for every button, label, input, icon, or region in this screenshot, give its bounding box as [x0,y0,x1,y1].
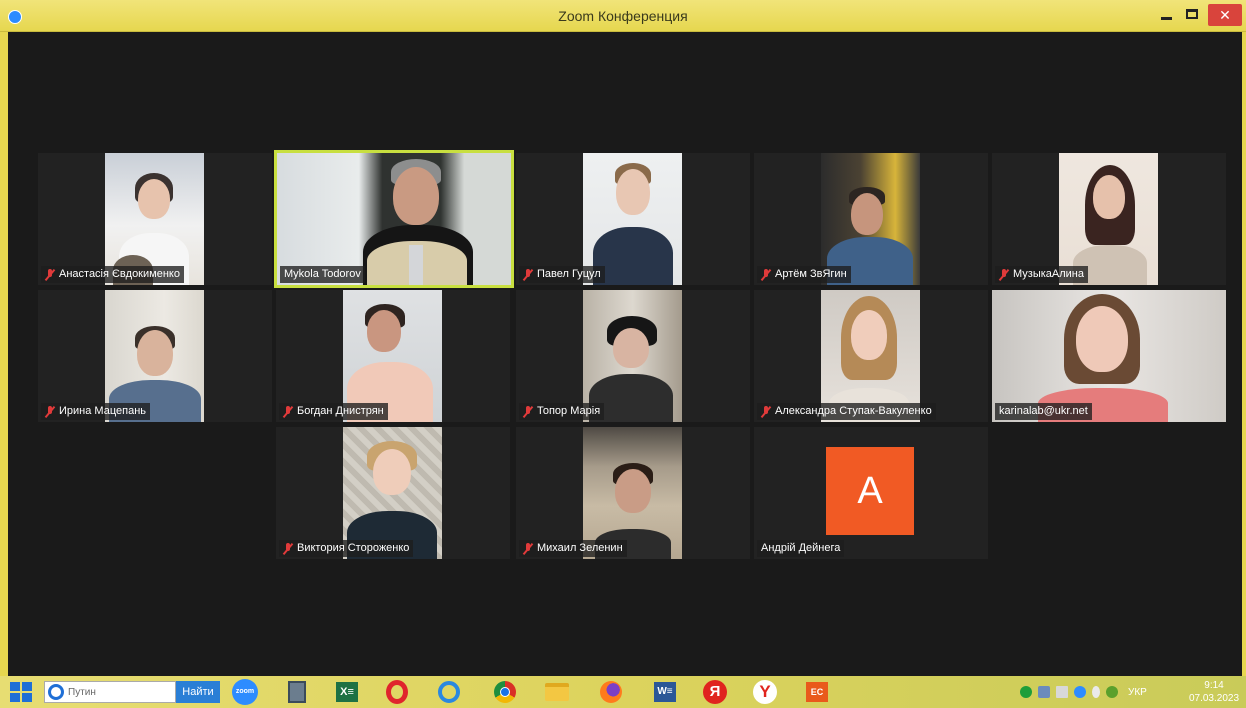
excel-icon: X≡ [336,682,358,702]
participant-tile[interactable]: Ирина Мацепань [38,290,272,422]
internet-explorer-icon [48,684,64,700]
participant-tile[interactable]: Богдан Днистрян [276,290,510,422]
gallery-view: Анастасія Євдокименко Mykola Todorov Пав… [8,32,1246,676]
clock-time: 9:14 [1204,680,1224,691]
participant-tile[interactable]: Топор Марія [516,290,750,422]
restore-icon[interactable] [1186,9,1198,19]
window-title: Zoom Конференция [558,8,688,24]
search-input[interactable]: Путин [44,681,176,703]
participant-name: Ирина Мацепань [41,403,150,420]
participant-tile[interactable]: Артём ЗвЯгин [754,153,988,285]
taskbar-app-excel[interactable]: X≡ [334,680,360,704]
participant-name: Богдан Днистрян [279,403,388,420]
calculator-icon [288,681,306,703]
participant-tile[interactable]: Михаил Зеленин [516,427,750,559]
zoom-icon: zoom [232,679,258,705]
taskbar: Путин Найти zoom X≡ W≡ Я Y EC УКР 9:14 0… [0,676,1246,708]
mic-muted-icon [523,405,533,418]
participant-tile[interactable]: Виктория Стороженко [276,427,510,559]
chrome-icon [494,681,516,703]
taskbar-app-file-explorer[interactable] [544,680,570,704]
word-icon: W≡ [654,682,676,702]
mic-muted-icon [283,542,293,555]
participant-tile-active-speaker[interactable]: Mykola Todorov [274,150,514,288]
minimize-icon[interactable] [1161,17,1172,20]
participant-tile[interactable]: МузыкаАлина [992,153,1226,285]
windows-start-icon[interactable] [10,682,32,702]
yandex-icon: Я [703,680,727,704]
participant-name: Павел Гуцул [519,266,605,283]
taskbar-app-yandex[interactable]: Я [702,680,728,704]
participant-tile[interactable]: Александра Ступак-Вакуленко [754,290,988,422]
system-tray: УКР [1020,684,1147,700]
volume-icon[interactable] [1092,686,1100,698]
language-indicator[interactable]: УКР [1128,687,1147,698]
taskbar-clock[interactable]: 9:14 07.03.2023 [1186,679,1242,705]
window-border-right [1242,32,1246,676]
taskbar-app-ec[interactable]: EC [804,680,830,704]
taskbar-app-word[interactable]: W≡ [652,680,678,704]
taskbar-app-chrome[interactable] [492,680,518,704]
title-bar[interactable]: Zoom Конференция ✕ [0,0,1246,32]
participant-tile[interactable]: karinalab@ukr.net [992,290,1226,422]
zoom-tray-icon[interactable] [1074,686,1086,698]
participant-tile[interactable]: A Андрій Дейнега [754,427,988,559]
mic-muted-icon [761,405,771,418]
yandex-disk-icon[interactable] [1106,686,1118,698]
participant-name: Виктория Стороженко [279,540,414,557]
participant-name: МузыкаАлина [995,266,1089,283]
clock-date: 07.03.2023 [1188,693,1240,704]
flag-icon[interactable] [1056,686,1068,698]
participant-name: Михаил Зеленин [519,540,627,557]
folder-icon [545,683,569,701]
participant-name: karinalab@ukr.net [995,403,1092,420]
taskbar-app-internet-explorer[interactable] [436,680,462,704]
mic-muted-icon [761,268,771,281]
display-icon[interactable] [1038,686,1050,698]
taskbar-app-yandex-browser[interactable]: Y [752,680,778,704]
network-status-icon[interactable] [1020,686,1032,698]
internet-explorer-icon [438,681,460,703]
mic-muted-icon [283,405,293,418]
close-button[interactable]: ✕ [1208,4,1242,26]
taskbar-app-opera[interactable] [384,680,410,704]
participant-tile[interactable]: Анастасія Євдокименко [38,153,272,285]
mic-muted-icon [999,268,1009,281]
participant-name: Анастасія Євдокименко [41,266,184,283]
participant-tile[interactable]: Павел Гуцул [516,153,750,285]
avatar: A [826,447,914,535]
mic-muted-icon [523,268,533,281]
participant-name: Андрій Дейнега [757,540,845,557]
ec-app-icon: EC [806,682,828,702]
opera-icon [386,680,408,704]
mic-muted-icon [45,268,55,281]
taskbar-app-zoom[interactable]: zoom [232,679,258,705]
search-button[interactable]: Найти [176,681,220,703]
mic-muted-icon [523,542,533,555]
window-border-left [0,32,8,676]
taskbar-app-firefox[interactable] [598,680,624,704]
taskbar-app-calculator[interactable] [284,680,310,704]
participant-name: Топор Марія [519,403,605,420]
firefox-icon [600,681,622,703]
participant-name: Mykola Todorov [280,266,365,283]
yandex-browser-icon: Y [753,680,777,704]
participant-name: Александра Ступак-Вакуленко [757,403,936,420]
participant-name: Артём ЗвЯгин [757,266,851,283]
mic-muted-icon [45,405,55,418]
